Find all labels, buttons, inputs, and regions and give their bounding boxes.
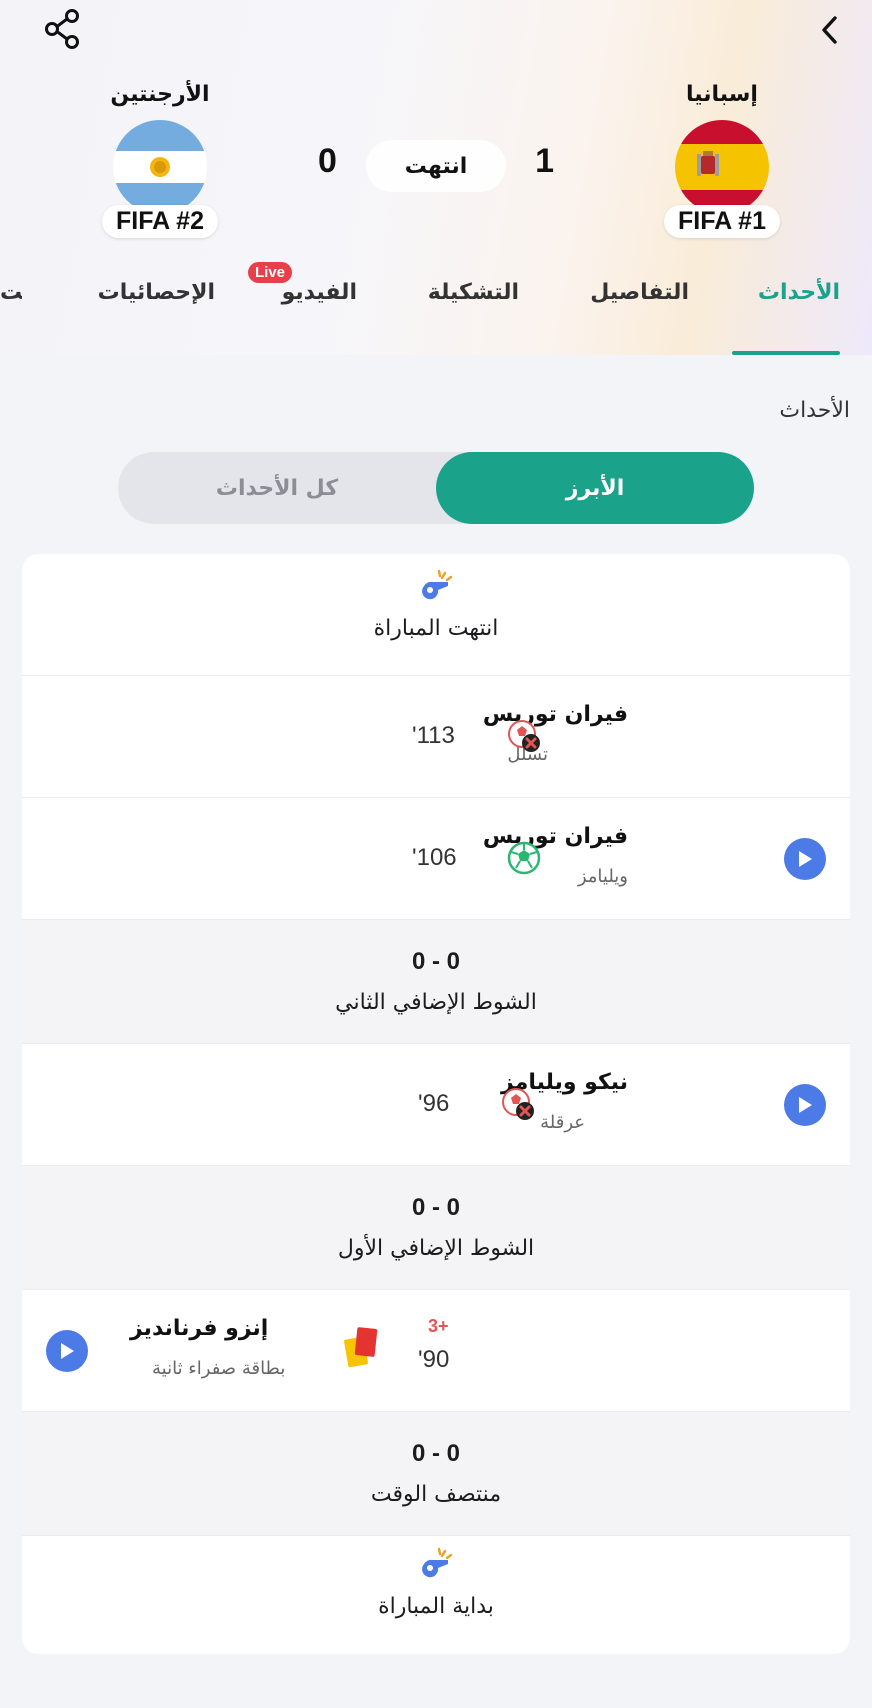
event-player: فيران توريس bbox=[482, 824, 628, 849]
match-status: انتهت bbox=[366, 140, 506, 192]
active-tab-indicator bbox=[732, 351, 840, 355]
spain-flag-icon bbox=[675, 120, 769, 214]
foul-icon bbox=[502, 1088, 534, 1120]
section-title: الأحداث bbox=[779, 398, 850, 423]
event-row[interactable]: +3 90' إنزو فرنانديز بطاقة صفراء ثانية bbox=[22, 1290, 850, 1412]
period-label: الشوط الإضافي الثاني bbox=[335, 990, 537, 1015]
period-score: 0 - 0 bbox=[411, 1440, 461, 1467]
period-score: 0 - 0 bbox=[411, 1194, 461, 1221]
back-button[interactable] bbox=[810, 10, 850, 50]
event-added-time: +3 bbox=[428, 1316, 449, 1336]
away-rank-badge: FIFA #2 bbox=[102, 205, 218, 238]
event-match-end: انتهت المباراة bbox=[22, 554, 850, 676]
filter-all-events[interactable]: كل الأحداث bbox=[118, 452, 436, 524]
share-button[interactable] bbox=[38, 4, 88, 54]
whistle-icon bbox=[422, 569, 453, 600]
play-icon bbox=[61, 1343, 74, 1359]
away-team[interactable]: الأرجنتين FIFA #2 bbox=[80, 78, 240, 238]
play-video-button[interactable] bbox=[46, 1330, 88, 1372]
home-team-name: إسبانيا bbox=[686, 82, 758, 107]
event-row[interactable]: فيران توريس ويليامز 106' bbox=[22, 798, 850, 920]
share-icon bbox=[45, 9, 79, 49]
play-video-button[interactable] bbox=[784, 838, 826, 880]
offside-icon bbox=[508, 720, 540, 752]
period-label: الشوط الإضافي الأول bbox=[337, 1236, 535, 1261]
away-team-name: الأرجنتين bbox=[110, 82, 210, 107]
second-yellow-card-icon bbox=[344, 1327, 378, 1368]
event-match-start: بداية المباراة bbox=[22, 1536, 850, 1654]
event-player: إنزو فرنانديز bbox=[130, 1316, 269, 1341]
filter-highlights[interactable]: الأبرز bbox=[436, 452, 754, 524]
event-minute: 96' bbox=[418, 1090, 450, 1117]
play-video-button[interactable] bbox=[784, 1084, 826, 1126]
period-score: 0 - 0 bbox=[411, 948, 461, 975]
events-filter: الأبرز كل الأحداث bbox=[118, 452, 754, 524]
goal-ball-icon bbox=[507, 841, 541, 875]
event-detail: بطاقة صفراء ثانية bbox=[152, 1358, 286, 1379]
chevron-left-icon bbox=[822, 16, 837, 44]
event-player: فيران توريس bbox=[482, 702, 628, 727]
home-rank-badge: FIFA #1 bbox=[664, 205, 780, 238]
match-header: إسبانيا FIFA #1 الأرجنتين FIFA #2 1 انته… bbox=[0, 0, 872, 355]
match-end-label: انتهت المباراة bbox=[373, 616, 499, 641]
live-badge: Live bbox=[248, 262, 293, 283]
tab-lineup[interactable]: التشكيلة bbox=[428, 280, 519, 305]
tab-bar: الأحداث التفاصيل التشكيلة الفيديو Live ا… bbox=[0, 262, 872, 355]
event-detail: عرقلة bbox=[540, 1112, 585, 1133]
tab-video[interactable]: الفيديو bbox=[282, 280, 357, 305]
events-timeline: انتهت المباراة فيران توريس تسلل 113' فير… bbox=[22, 554, 850, 1654]
tab-events[interactable]: الأحداث bbox=[758, 280, 840, 305]
event-minute: 113' bbox=[412, 722, 455, 749]
tab-more[interactable]: الت bbox=[0, 280, 22, 305]
argentina-flag-icon bbox=[113, 120, 207, 214]
tab-stats[interactable]: الإحصائيات bbox=[98, 280, 215, 305]
period-separator: 0 - 0 الشوط الإضافي الثاني bbox=[22, 920, 850, 1044]
home-score: 1 bbox=[535, 142, 554, 180]
away-score: 0 bbox=[318, 142, 337, 180]
tab-details[interactable]: التفاصيل bbox=[590, 280, 689, 305]
period-separator: 0 - 0 الشوط الإضافي الأول bbox=[22, 1166, 850, 1290]
match-start-label: بداية المباراة bbox=[378, 1594, 494, 1619]
event-minute: 90' bbox=[418, 1346, 450, 1373]
period-separator: 0 - 0 منتصف الوقت bbox=[22, 1412, 850, 1536]
home-team[interactable]: إسبانيا FIFA #1 bbox=[642, 78, 802, 238]
event-minute: 106' bbox=[412, 844, 457, 871]
period-label: منتصف الوقت bbox=[370, 1482, 502, 1507]
play-icon bbox=[799, 1097, 812, 1113]
event-row[interactable]: نيكو ويليامز عرقلة 96' bbox=[22, 1044, 850, 1166]
event-row[interactable]: فيران توريس تسلل 113' bbox=[22, 676, 850, 798]
whistle-icon bbox=[422, 1547, 453, 1578]
play-icon bbox=[799, 851, 812, 867]
event-detail: ويليامز bbox=[577, 866, 628, 887]
